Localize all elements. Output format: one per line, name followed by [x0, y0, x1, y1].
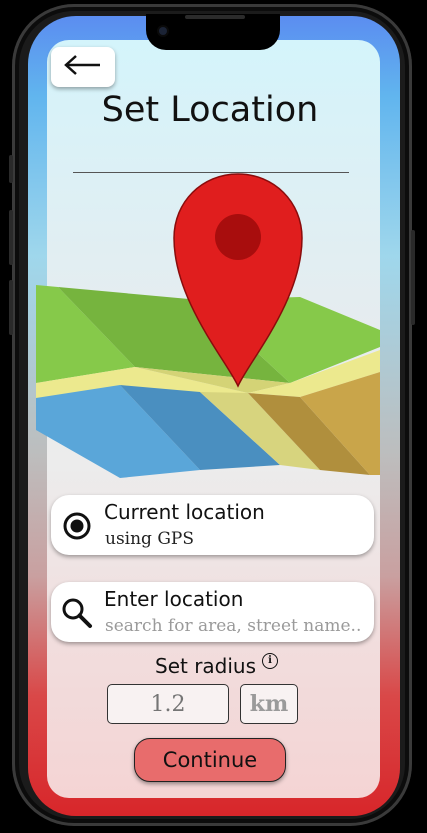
enter-location-label: Enter location: [104, 587, 244, 611]
location-search-input[interactable]: search for area, street name..: [105, 616, 361, 636]
info-icon[interactable]: i: [262, 653, 278, 669]
front-camera: [159, 27, 167, 35]
radio-selected-icon[interactable]: [61, 510, 93, 542]
earpiece-speaker: [185, 15, 245, 19]
current-location-label: Current location: [104, 500, 265, 524]
title-divider: [73, 172, 349, 173]
radius-label: Set radius: [155, 654, 257, 678]
arrow-left-icon: [63, 54, 103, 80]
continue-button[interactable]: Continue: [134, 738, 286, 782]
back-button[interactable]: [51, 47, 115, 87]
page-title: Set Location: [101, 90, 319, 130]
current-location-option[interactable]: Current location using GPS: [51, 495, 374, 555]
search-icon: [61, 597, 93, 629]
current-location-sublabel: using GPS: [105, 529, 195, 549]
radius-input[interactable]: [107, 684, 229, 724]
radius-unit: km: [240, 684, 298, 724]
enter-location-option[interactable]: Enter location search for area, street n…: [51, 582, 374, 642]
